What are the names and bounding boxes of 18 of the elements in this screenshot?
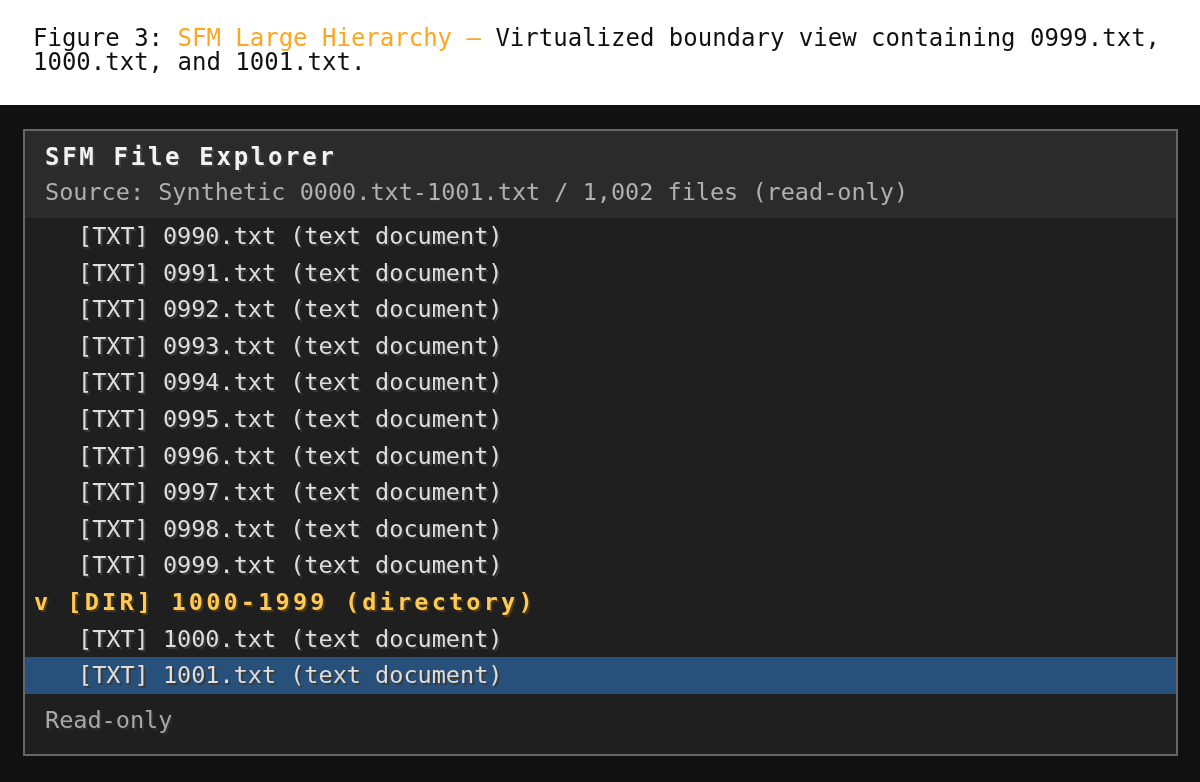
file-row[interactable]: [TXT] 1001.txt (text document) — [25, 657, 1176, 694]
file-row[interactable]: [TXT] 1000.txt (text document) — [25, 620, 1176, 658]
file-row[interactable]: [TXT] 0995.txt (text document) — [25, 400, 1176, 438]
file-row[interactable]: [TXT] 0993.txt (text document) — [25, 327, 1176, 365]
file-row[interactable]: [TXT] 0998.txt (text document) — [25, 510, 1176, 548]
file-row[interactable]: [TXT] 0994.txt (text document) — [25, 364, 1176, 401]
file-row[interactable]: [TXT] 0991.txt (text document) — [25, 254, 1176, 292]
file-row[interactable]: [TXT] 0992.txt (text document) — [25, 291, 1176, 328]
window-title: SFM File Explorer — [45, 143, 337, 171]
status-text: Read-only — [45, 705, 173, 734]
file-row[interactable]: [TXT] 0997.txt (text document) — [25, 474, 1176, 511]
file-row[interactable]: [TXT] 0990.txt (text document) — [25, 218, 1176, 255]
expand-toggle[interactable]: v — [34, 590, 52, 615]
folder-row[interactable]: v [DIR] 1000-1999 (directory) — [25, 583, 1176, 621]
file-row[interactable]: [TXT] 0999.txt (text document) — [25, 547, 1176, 584]
figure-caption: Figure 3: SFM Large Hierarchy — Virtualized boundary view containing 0999.txt, 1000.txt, and 1001.txt. — [33, 26, 1162, 74]
file-row[interactable]: [TXT] 0996.txt (text document) — [25, 437, 1176, 475]
source-text: Source: Synthetic 0000.txt-1001.txt / 1,002 files (read-only) — [45, 178, 909, 206]
